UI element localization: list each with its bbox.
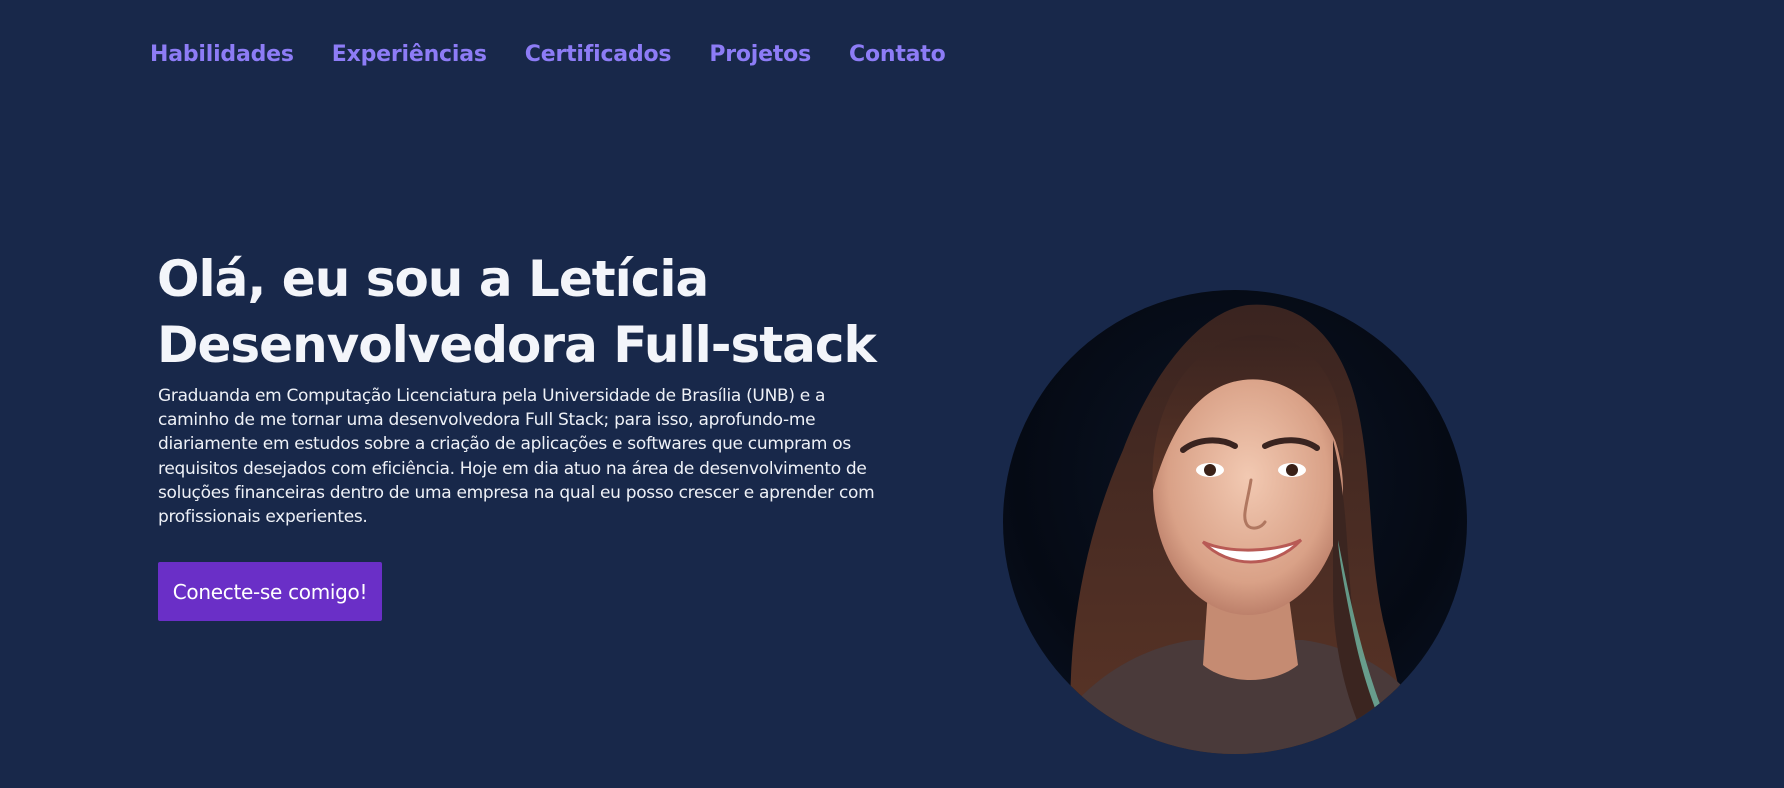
profile-photo-illustration: [1043, 304, 1443, 754]
hero-title-role: Desenvolvedora Full-stack: [157, 316, 877, 374]
nav-link-certificados[interactable]: Certificados: [525, 42, 672, 67]
hero-title: Olá, eu sou a Letícia Desenvolvedora Ful…: [157, 246, 877, 378]
hero-title-greeting: Olá, eu sou a Letícia: [157, 250, 709, 308]
nav-link-projetos[interactable]: Projetos: [709, 42, 811, 67]
connect-button[interactable]: Conecte-se comigo!: [158, 562, 382, 621]
hero-description: Graduanda em Computação Licenciatura pel…: [158, 386, 875, 528]
profile-photo: [1003, 290, 1467, 754]
main-nav: Habilidades Experiências Certificados Pr…: [150, 38, 946, 70]
nav-link-habilidades[interactable]: Habilidades: [150, 42, 294, 67]
nav-link-experiencias[interactable]: Experiências: [332, 42, 487, 67]
nav-link-contato[interactable]: Contato: [849, 42, 946, 67]
